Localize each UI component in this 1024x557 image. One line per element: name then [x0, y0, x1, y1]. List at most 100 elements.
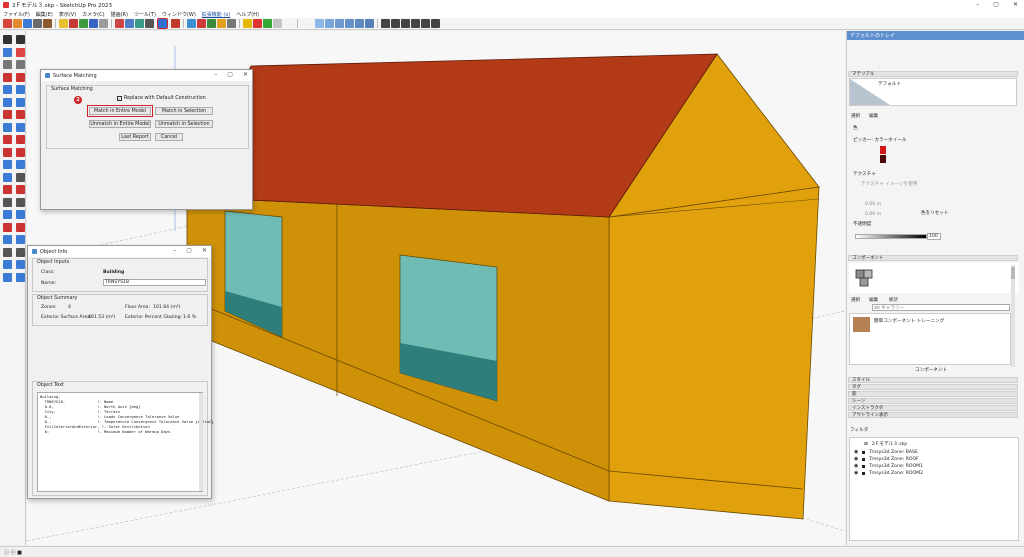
- hidden-line-icon[interactable]: [207, 19, 216, 28]
- color-picker-select[interactable]: ピッカー: カラーホイール: [853, 137, 907, 143]
- menu-window[interactable]: ウィンドウ(W): [162, 11, 196, 18]
- error-icon[interactable]: [253, 19, 262, 28]
- component-item-label[interactable]: 簡単コンポーネント トレーニング: [874, 318, 944, 324]
- visibility-icon[interactable]: ◉: [854, 449, 858, 455]
- shadows-section-header[interactable]: 影: [848, 391, 1018, 397]
- follow-me-icon[interactable]: [16, 147, 25, 157]
- construction-icon[interactable]: [171, 19, 180, 28]
- zone-icon[interactable]: [59, 19, 68, 28]
- menu-draw[interactable]: 描画(R): [111, 11, 128, 18]
- freehand-icon[interactable]: [16, 72, 25, 82]
- make-component-icon[interactable]: [2, 47, 12, 57]
- last-report-button[interactable]: Last Report: [119, 133, 151, 141]
- last-frame-icon[interactable]: [431, 19, 440, 28]
- window-icon[interactable]: [89, 19, 98, 28]
- first-frame-icon[interactable]: [381, 19, 390, 28]
- dialog-close-button[interactable]: ✕: [243, 71, 248, 78]
- grid-icon[interactable]: [273, 19, 282, 28]
- xray-icon[interactable]: [187, 19, 196, 28]
- building-icon[interactable]: [69, 19, 78, 28]
- component-thumbnail[interactable]: [853, 317, 870, 332]
- styles-section-header[interactable]: スタイル: [848, 377, 1018, 383]
- cancel-button[interactable]: Cancel: [155, 133, 183, 141]
- replace-default-checkbox[interactable]: ✓: [117, 96, 122, 101]
- texture-height[interactable]: 0.00 m: [865, 212, 881, 217]
- arc-3-icon[interactable]: [16, 122, 25, 132]
- zoom-window-icon[interactable]: [16, 222, 25, 232]
- front-view-icon[interactable]: [335, 19, 344, 28]
- maximize-button[interactable]: ▢: [993, 1, 999, 8]
- visibility-icon[interactable]: ◉: [854, 463, 858, 469]
- play-forward-icon[interactable]: [411, 19, 420, 28]
- previous-icon[interactable]: [16, 235, 25, 244]
- section-display-icon[interactable]: [16, 260, 25, 269]
- dialog-minimize-button[interactable]: –: [214, 71, 217, 78]
- play-back-icon[interactable]: [401, 19, 410, 28]
- match-entire-model-button[interactable]: Match in Entire Model: [87, 105, 153, 117]
- tags-section-header[interactable]: タグ: [848, 384, 1018, 390]
- iso-view-icon[interactable]: [315, 19, 324, 28]
- outliner-item[interactable]: ◉ Trnsys3d Zone: ROOF: [854, 456, 919, 462]
- materials-section-header[interactable]: マテリアル: [848, 71, 1018, 77]
- 3d-text-icon[interactable]: [16, 197, 25, 207]
- menu-help[interactable]: ヘルプ(H): [236, 11, 259, 18]
- components-scrollbar[interactable]: [1011, 265, 1015, 367]
- minimize-button[interactable]: –: [976, 1, 979, 8]
- text-icon[interactable]: [16, 185, 25, 194]
- comp-stats-tab[interactable]: 統計: [889, 297, 898, 303]
- materials-edit-tab[interactable]: 編集: [869, 113, 878, 119]
- orbit-icon[interactable]: [2, 210, 12, 219]
- push-pull-icon[interactable]: [16, 135, 25, 144]
- left-view-icon[interactable]: [365, 19, 374, 28]
- oi-close-button[interactable]: ✕: [202, 247, 207, 254]
- arc-2-icon[interactable]: [16, 110, 25, 119]
- eraser-icon[interactable]: [16, 47, 25, 57]
- reset-color-button[interactable]: 色をリセット: [921, 210, 949, 216]
- dialog-maximize-button[interactable]: ▢: [227, 71, 233, 78]
- close-button[interactable]: ✕: [1013, 1, 1018, 8]
- circle-icon[interactable]: [2, 97, 12, 107]
- look-around-icon[interactable]: [16, 247, 25, 257]
- rectangle-icon[interactable]: [2, 85, 12, 94]
- offset-icon[interactable]: [16, 160, 25, 169]
- materials-select-tab[interactable]: 選択: [851, 113, 860, 119]
- export-icon[interactable]: [135, 19, 144, 28]
- opacity-slider[interactable]: [855, 234, 927, 239]
- pie-icon[interactable]: [2, 122, 12, 132]
- opacity-input[interactable]: 100: [927, 233, 941, 240]
- back-view-icon[interactable]: [355, 19, 364, 28]
- visibility-icon[interactable]: ◉: [854, 470, 858, 476]
- zoom-extents-icon[interactable]: [2, 235, 12, 244]
- axes-icon[interactable]: [2, 197, 12, 207]
- oi-minimize-button[interactable]: –: [173, 247, 176, 254]
- move-icon[interactable]: [2, 135, 12, 144]
- unmatch-entire-model-button[interactable]: Unmatch in Entire Model: [89, 120, 151, 128]
- open-icon[interactable]: [13, 19, 22, 28]
- camera-icon[interactable]: [145, 19, 154, 28]
- arc-icon[interactable]: [2, 110, 12, 119]
- object-text-scrollbar[interactable]: [199, 393, 203, 491]
- surface-matching-icon[interactable]: [157, 18, 168, 29]
- paint-icon[interactable]: [2, 60, 12, 69]
- delete-icon[interactable]: [115, 19, 124, 28]
- visibility-icon[interactable]: ◉: [854, 456, 858, 462]
- walk-icon[interactable]: [2, 247, 12, 257]
- zoom-icon[interactable]: [2, 222, 12, 232]
- oi-maximize-button[interactable]: ▢: [186, 247, 192, 254]
- name-input[interactable]: TRNSYS18: [103, 279, 206, 286]
- warning-icon[interactable]: [243, 19, 252, 28]
- select-2-icon[interactable]: [16, 35, 25, 44]
- outliner-root[interactable]: ⊞ 2Ｆモデル３.skp: [864, 441, 907, 448]
- match-selection-button[interactable]: Match in Selection: [155, 107, 213, 115]
- menu-extensions[interactable]: 拡張機能 (x): [202, 11, 230, 18]
- menu-tools[interactable]: ツール(T): [134, 11, 156, 18]
- new-icon[interactable]: [3, 19, 12, 28]
- texture-width[interactable]: 0.00 m: [865, 202, 881, 207]
- section-icon[interactable]: [2, 260, 12, 269]
- next-frame-icon[interactable]: [421, 19, 430, 28]
- instructor-section-header[interactable]: インストラクタ: [848, 405, 1018, 411]
- pan-icon[interactable]: [16, 210, 25, 219]
- tag-icon[interactable]: [16, 60, 25, 69]
- comp-select-tab[interactable]: 選択: [851, 297, 860, 303]
- tape-icon[interactable]: [2, 172, 12, 182]
